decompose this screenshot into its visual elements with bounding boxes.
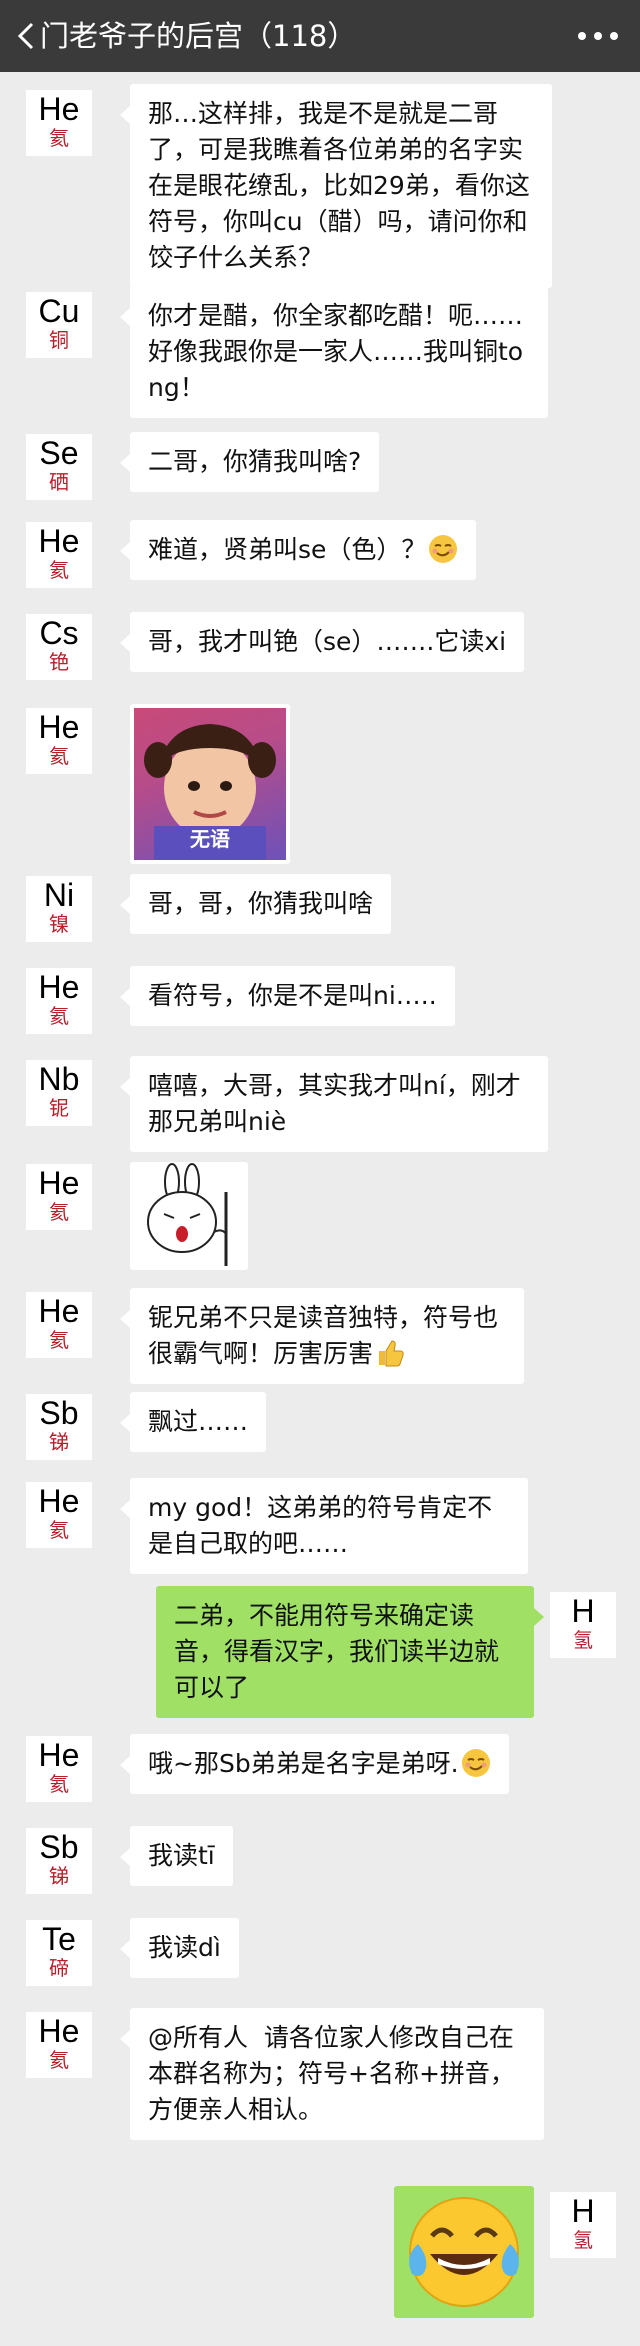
avatar-symbol: He [38, 523, 80, 559]
avatar-symbol: Se [39, 435, 79, 471]
avatar-name: 氢 [573, 2228, 593, 2252]
smirk-face-emoji-icon [461, 1749, 490, 1777]
avatar[interactable]: He 氦 [26, 2012, 92, 2078]
avatar-name: 氢 [573, 1628, 593, 1652]
avatar-name: 铜 [49, 328, 69, 352]
avatar-name: 氦 [49, 1518, 69, 1542]
message-bubble[interactable]: my god！这弟弟的符号肯定不是自己取的吧…… [120, 1478, 528, 1574]
avatar-symbol: He [38, 1293, 80, 1329]
avatar-symbol: He [38, 1165, 80, 1201]
message-bubble[interactable]: 二哥，你猜我叫啥? [119, 432, 380, 492]
chat-title: 门老爷子的后宫（118） [40, 19, 357, 53]
avatar-symbol: He [38, 91, 80, 127]
avatar-symbol: He [38, 1483, 80, 1519]
avatar-name: 氦 [49, 1200, 69, 1224]
avatar[interactable]: Te 碲 [26, 1920, 92, 1986]
avatar[interactable]: He 氦 [26, 522, 92, 588]
avatar-name: 氦 [49, 126, 69, 150]
message-text: 哦~那Sb弟弟是名字是弟呀. [148, 1749, 459, 1778]
avatar-name: 硒 [49, 470, 69, 494]
avatar[interactable]: H 氢 [550, 1592, 616, 1658]
avatar-name: 锑 [49, 1864, 69, 1888]
avatar-symbol: He [38, 709, 80, 745]
avatar-symbol: He [38, 2013, 80, 2049]
avatar[interactable]: Nb 铌 [26, 1060, 92, 1126]
more-options-icon[interactable] [578, 30, 618, 42]
message-text: 铌兄弟不只是读音独特，符号也很霸气啊！厉害厉害 [148, 1303, 499, 1368]
avatar-name: 铌 [49, 1096, 69, 1120]
avatar[interactable]: He 氦 [26, 1292, 92, 1358]
avatar-symbol: H [571, 1593, 595, 1629]
avatar[interactable]: He 氦 [26, 708, 92, 774]
avatar[interactable]: Cs 铯 [26, 614, 92, 680]
avatar-symbol: H [571, 2193, 595, 2229]
message-bubble[interactable]: 二弟，不能用符号来确定读音，得看汉字，我们读半边就可以了 [156, 1586, 544, 1718]
smirk-face-emoji-icon [429, 535, 458, 563]
avatar[interactable]: Sb 锑 [26, 1394, 92, 1460]
avatar[interactable]: Ni 镍 [26, 876, 92, 942]
chat-header: 门老爷子的后宫（118） [0, 0, 640, 72]
message-bubble[interactable]: 那…这样排，我是不是就是二哥了，可是我瞧着各位弟弟的名字实在是眼花缭乱，比如29… [120, 84, 552, 288]
message-bubble[interactable]: 哥，哥，你猜我叫啥 [119, 874, 392, 934]
avatar-symbol: Cs [39, 615, 79, 651]
message-bubble[interactable]: 飘过…… [119, 1392, 267, 1452]
avatar-name: 碲 [49, 1956, 69, 1980]
message-bubble[interactable]: 我读tī [120, 1826, 233, 1886]
rabbit-sticker-icon [147, 1163, 228, 1266]
avatar-symbol: Nb [38, 1061, 80, 1097]
avatar-name: 氦 [49, 1328, 69, 1352]
avatar[interactable]: H 氢 [550, 2192, 616, 2258]
avatar[interactable]: Se 硒 [26, 434, 92, 500]
avatar-symbol: Sb [39, 1395, 79, 1431]
thumbs-up-emoji-icon [379, 1340, 404, 1367]
message-bubble[interactable]: @所有人 请各位家人修改自己在本群名称为；符号+名称+拼音，方便亲人相认。 [120, 2008, 544, 2140]
avatar-symbol: He [38, 1737, 80, 1773]
emoji-message[interactable] [394, 2186, 534, 2318]
message-bubble[interactable]: 难道，贤弟叫se（色）？ [119, 520, 477, 580]
chat-message-list: He 氦 那…这样排，我是不是就是二哥了，可是我瞧着各位弟弟的名字实在是眼花缭乱… [0, 72, 640, 2346]
image-caption: 无语 [190, 827, 230, 851]
avatar[interactable]: He 氦 [26, 1482, 92, 1548]
avatar-name: 镍 [49, 912, 69, 936]
avatar[interactable]: He 氦 [26, 968, 92, 1034]
avatar-name: 铯 [49, 650, 69, 674]
avatar-symbol: Te [42, 1921, 76, 1957]
avatar-symbol: Sb [39, 1829, 79, 1865]
speechless-girl-photo: 无语 [134, 708, 286, 860]
message-bubble[interactable]: 看符号，你是不是叫ni….. [120, 966, 455, 1026]
tears-of-joy-emoji-icon [409, 2197, 519, 2307]
avatar-symbol: Ni [43, 877, 75, 913]
message-text: 难道，贤弟叫se（色）？ [148, 535, 427, 564]
avatar-name: 氦 [49, 558, 69, 582]
avatar-name: 氦 [49, 1004, 69, 1028]
avatar[interactable]: He 氦 [26, 90, 92, 156]
avatar[interactable]: He 氦 [26, 1736, 92, 1802]
avatar-symbol: He [38, 969, 80, 1005]
sticker-message[interactable] [130, 1162, 248, 1270]
message-bubble[interactable]: 铌兄弟不只是读音独特，符号也很霸气啊！厉害厉害 [120, 1288, 524, 1384]
message-bubble[interactable]: 我读dì [120, 1918, 239, 1978]
message-bubble[interactable]: 哦~那Sb弟弟是名字是弟呀. [120, 1734, 509, 1794]
message-bubble[interactable]: 你才是醋，你全家都吃醋！呃……好像我跟你是一家人……我叫铜tong！ [120, 286, 548, 418]
image-message[interactable]: 无语 [130, 704, 290, 864]
avatar-name: 氦 [49, 2048, 69, 2072]
avatar-name: 锑 [49, 1430, 69, 1454]
avatar-name: 氦 [49, 1772, 69, 1796]
avatar[interactable]: Sb 锑 [26, 1828, 92, 1894]
avatar-symbol: Cu [38, 293, 80, 329]
avatar-name: 氦 [49, 744, 69, 768]
message-bubble[interactable]: 哥，我才叫铯（se）…….它读xi [119, 612, 525, 672]
avatar[interactable]: Cu 铜 [26, 292, 92, 358]
message-bubble[interactable]: 嘻嘻，大哥，其实我才叫ní，刚才那兄弟叫niè [120, 1056, 548, 1152]
avatar[interactable]: He 氦 [26, 1164, 92, 1230]
